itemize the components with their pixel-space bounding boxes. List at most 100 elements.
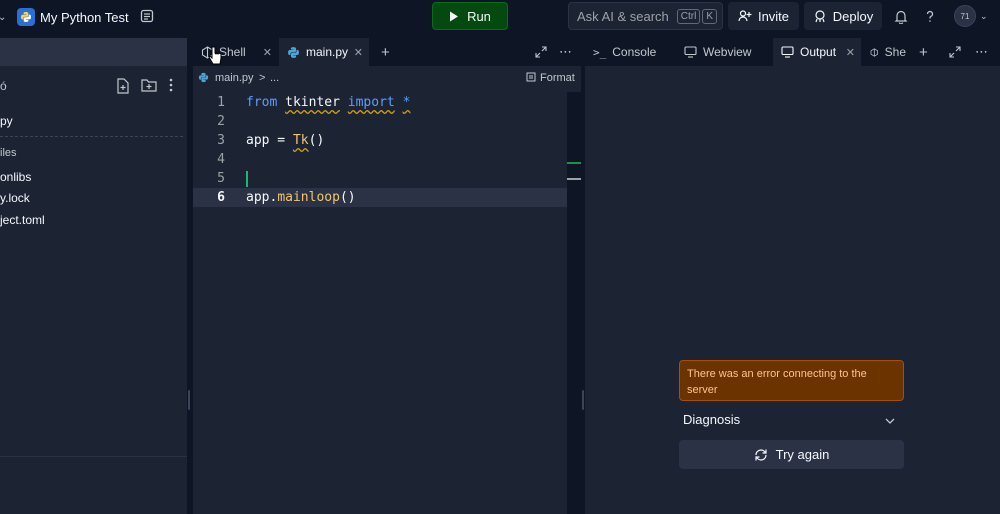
shell-icon	[870, 47, 879, 57]
scroll-marker	[567, 162, 581, 164]
invite-button[interactable]: Invite	[728, 2, 799, 30]
tab-webview[interactable]: Webview	[676, 38, 772, 66]
code-token: app =	[246, 133, 293, 148]
file-item[interactable]: onlibs	[0, 170, 31, 184]
output-tabs: >_ Console Webview Output ✕ She + ⋯	[585, 38, 1000, 66]
files-header-fragment: ó	[0, 79, 7, 93]
code-line: app = Tk()	[246, 133, 324, 148]
bell-icon[interactable]	[891, 6, 911, 26]
code-editor[interactable]: 1 2 3 4 5 6 from tkinter import * app = …	[193, 92, 567, 514]
code-token: Tk	[292, 133, 309, 148]
close-icon[interactable]: ✕	[354, 46, 363, 59]
line-number: 5	[217, 171, 225, 186]
tab-label: She	[884, 45, 906, 59]
new-folder-icon[interactable]	[141, 78, 157, 94]
refresh-icon	[755, 449, 767, 460]
close-icon[interactable]: ✕	[263, 46, 272, 59]
breadcrumb-separator: >	[259, 72, 266, 84]
editor-tabs: Shell ✕ main.py ✕ + ⋯	[193, 38, 581, 66]
error-message: There was an error connecting to the ser…	[679, 360, 904, 401]
sidebar-header	[0, 38, 187, 66]
output-pane: >_ Console Webview Output ✕ She + ⋯ Ther…	[585, 38, 1000, 514]
tab-label: Webview	[703, 45, 752, 59]
add-user-icon	[738, 10, 752, 22]
tab-label: Console	[612, 45, 657, 59]
resize-handle[interactable]	[582, 390, 584, 410]
breadcrumb-more[interactable]: ...	[270, 72, 279, 84]
format-icon[interactable]	[526, 72, 536, 85]
deploy-button[interactable]: Deploy	[804, 2, 882, 30]
tab-shell[interactable]: She	[862, 38, 906, 66]
code-token: from	[246, 95, 278, 110]
help-icon[interactable]	[920, 6, 940, 26]
code-token: import	[347, 95, 395, 110]
code-token: mainloop	[277, 190, 340, 205]
python-repl-icon	[17, 8, 35, 26]
scroll-marker	[567, 178, 581, 180]
deploy-icon	[815, 10, 825, 23]
tab-main-py[interactable]: main.py ✕	[279, 38, 369, 66]
code-token: tkinter	[285, 95, 340, 110]
breadcrumb-file[interactable]: main.py	[215, 72, 254, 84]
search-placeholder: Ask AI & search	[577, 8, 669, 24]
diagnosis-label: Diagnosis	[683, 412, 741, 427]
more-options-icon[interactable]: ⋯	[551, 38, 575, 66]
line-number: 2	[217, 114, 225, 129]
chevron-down-icon	[885, 418, 895, 424]
tab-shell[interactable]: Shell ✕	[193, 38, 278, 66]
file-item[interactable]: y.lock	[0, 191, 30, 205]
tab-console[interactable]: >_ Console	[585, 38, 675, 66]
code-token: ()	[339, 190, 356, 205]
code-token: *	[402, 95, 411, 110]
kbd-ctrl: Ctrl	[676, 8, 701, 24]
more-options-icon[interactable]: ⋯	[967, 38, 991, 66]
line-number: 1	[217, 95, 225, 110]
top-bar: ⌄ My Python Test Run Ask AI & search Ctr…	[0, 0, 1000, 34]
avatar[interactable]: 71	[954, 5, 976, 27]
try-again-label: Try again	[775, 447, 830, 462]
monitor-icon	[684, 46, 697, 58]
format-button[interactable]: Format	[540, 72, 575, 84]
try-again-button[interactable]: Try again	[679, 440, 904, 469]
play-icon	[450, 11, 459, 21]
python-icon	[288, 46, 299, 58]
file-sidebar: ó py iles onlibs y.lock ject.toml	[0, 38, 187, 514]
python-icon	[198, 72, 209, 83]
new-file-icon[interactable]	[116, 78, 132, 94]
run-label: Run	[467, 8, 491, 24]
text-cursor	[246, 171, 248, 187]
monitor-icon	[781, 46, 794, 58]
close-icon[interactable]: ✕	[846, 46, 855, 59]
repl-title[interactable]: My Python Test	[40, 8, 129, 26]
tab-label: Shell	[219, 45, 246, 59]
search-input[interactable]: Ask AI & search Ctrl K	[568, 2, 723, 30]
scrollbar[interactable]	[567, 92, 581, 514]
breadcrumb: main.py > ... Format	[193, 66, 581, 90]
invite-label: Invite	[757, 8, 790, 24]
resize-handle[interactable]	[188, 390, 190, 410]
tab-label: Output	[800, 45, 837, 59]
line-number: 6	[217, 190, 225, 205]
tab-output[interactable]: Output ✕	[773, 38, 861, 66]
repl-info-icon[interactable]	[140, 9, 154, 23]
chevron-down-icon[interactable]: ⌄	[0, 9, 8, 25]
section-label[interactable]: iles	[0, 147, 17, 159]
file-item[interactable]: py	[0, 114, 13, 128]
code-token: ()	[308, 133, 325, 148]
editor-pane: Shell ✕ main.py ✕ + ⋯ main.py > ... Form…	[193, 38, 581, 514]
code-line: from tkinter import *	[246, 95, 410, 110]
more-options-icon[interactable]	[169, 78, 179, 94]
add-tab-icon[interactable]: +	[373, 38, 393, 66]
diagnosis-toggle[interactable]: Diagnosis	[683, 412, 899, 430]
kbd-k: K	[702, 8, 717, 24]
maximize-icon[interactable]	[527, 38, 547, 66]
divider	[0, 136, 183, 137]
chevron-down-icon[interactable]: ⌄	[980, 10, 990, 22]
run-button[interactable]: Run	[432, 2, 508, 30]
add-tab-icon[interactable]: +	[911, 38, 931, 66]
file-item[interactable]: ject.toml	[0, 213, 45, 227]
deploy-label: Deploy	[832, 8, 874, 24]
maximize-icon[interactable]	[941, 38, 961, 66]
tab-label: main.py	[306, 45, 349, 59]
code-line: app.mainloop()	[246, 190, 356, 205]
